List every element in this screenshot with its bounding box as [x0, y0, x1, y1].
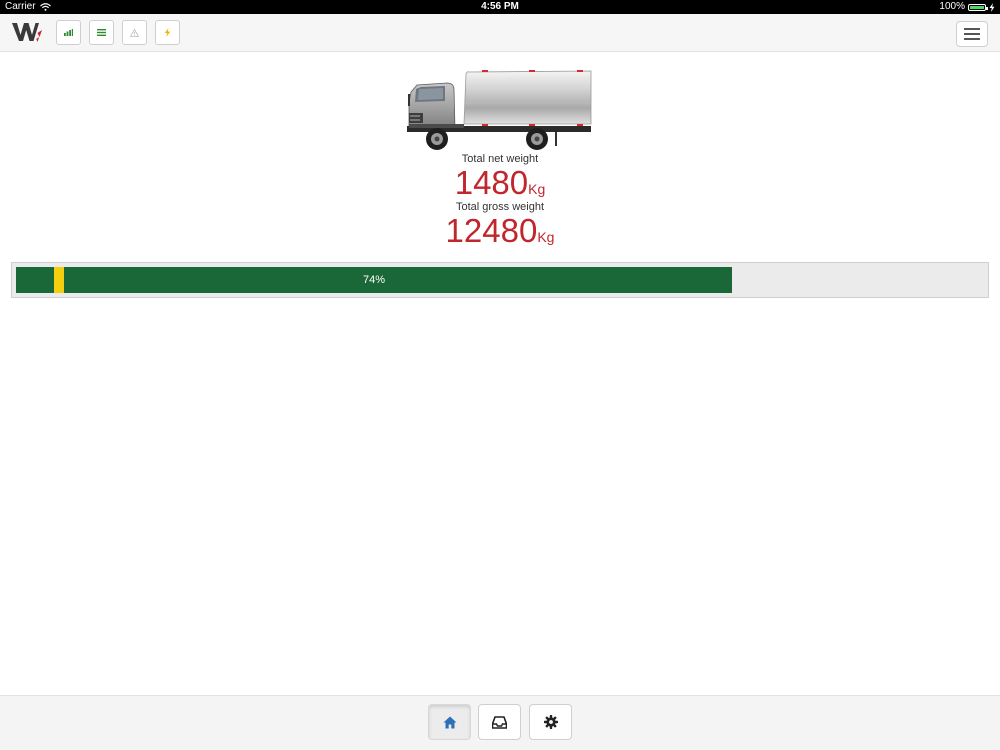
inbox-icon [492, 715, 507, 729]
net-weight-value: 1480 [454, 164, 529, 201]
power-status-button[interactable] [155, 20, 180, 45]
gross-weight-display: 12480Kg [0, 214, 1000, 247]
tab-inbox[interactable] [478, 704, 521, 740]
top-toolbar [0, 14, 1000, 52]
gear-icon [543, 715, 558, 729]
net-weight-display: 1480Kg [0, 166, 1000, 199]
warning-status-button[interactable] [122, 20, 147, 45]
load-progress-bar: 74% [11, 262, 989, 298]
battery-percent: 100% [939, 1, 965, 12]
signal-status-button[interactable] [56, 20, 81, 45]
status-time: 4:56 PM [481, 1, 519, 12]
gross-weight-value: 12480 [445, 212, 538, 249]
bottom-tab-bar [0, 695, 1000, 750]
tab-settings[interactable] [529, 704, 572, 740]
truck-illustration [407, 70, 592, 150]
signal-bars-icon [64, 29, 73, 36]
gross-weight-unit: Kg [537, 229, 555, 245]
home-icon [443, 716, 456, 728]
hamburger-icon [964, 28, 980, 30]
warning-triangle-icon [130, 28, 139, 37]
battery-icon [968, 3, 988, 11]
status-bar: Carrier 4:56 PM 100% [0, 0, 1000, 14]
status-right: 100% [939, 0, 995, 14]
lightning-bolt-icon [164, 28, 171, 37]
brand-logo[interactable] [11, 20, 43, 44]
hamburger-menu-button[interactable] [956, 21, 988, 47]
tab-home[interactable] [428, 704, 471, 740]
charging-bolt-icon [989, 2, 995, 12]
load-percent-label: 74% [362, 274, 386, 286]
net-weight-unit: Kg [528, 181, 546, 197]
list-status-button[interactable] [89, 20, 114, 45]
list-lines-icon [97, 29, 106, 36]
